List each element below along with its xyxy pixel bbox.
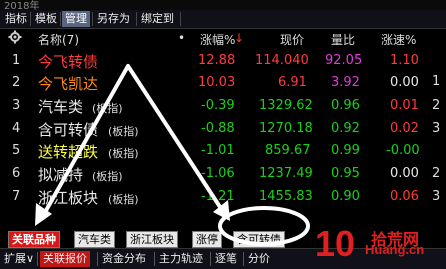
row-name: 今飞转债 (38, 53, 99, 71)
row-name: 拟减持 (38, 166, 84, 184)
row-ratio: 0.90 (331, 189, 360, 204)
table-row[interactable]: 7 浙江板块 (板指) -1.21 1455.83 0.90 0.06 (0, 186, 446, 208)
col-speed[interactable]: 涨速% (381, 31, 416, 48)
tab-auto[interactable]: 汽车类 (74, 231, 115, 248)
watermark-logo: 10 拾荒网 Huang.cn (305, 223, 446, 264)
col-volume-ratio[interactable]: 量比 (331, 31, 355, 48)
row-name: 今飞凯达 (38, 75, 99, 93)
row-index: 7 (12, 189, 21, 204)
row-tag: (板指) (108, 147, 139, 160)
row-price: 1329.62 (259, 98, 313, 113)
row-change: -1.06 (201, 166, 235, 181)
main-track-button[interactable]: 主力轨迹 (156, 251, 206, 267)
row-tag: (板指) (92, 102, 123, 115)
logo-url: Huang.cn (365, 242, 425, 257)
row-index: 6 (12, 166, 21, 181)
toolbar-indicator-button[interactable]: 指标 (2, 11, 30, 27)
table-row[interactable]: 1 今飞转债 12.88 114.040 92.05 1.10 (0, 50, 446, 72)
toolbar-manage-button[interactable]: 管理 (62, 11, 90, 27)
row-speed: 0.00 (390, 75, 419, 90)
col-change-pct[interactable]: 涨幅% (200, 31, 235, 48)
toolbar-template-button[interactable]: 模板 (32, 11, 60, 27)
title-bar: 2018年 (0, 0, 446, 12)
table-header: 名称(7) • 涨幅% ↓ 现价 量比 涨速% (0, 29, 446, 49)
row-speed: 0.01 (390, 98, 419, 113)
row-ratio: 3.92 (331, 75, 360, 90)
row-name: 汽车类 (38, 98, 84, 116)
row-price: 1270.18 (259, 121, 313, 136)
toolbar-bind-button[interactable]: 绑定到 (138, 11, 177, 27)
row-tag: (板指) (108, 193, 139, 206)
row-change: -1.21 (201, 189, 235, 204)
row-speed: 0.00 (390, 166, 419, 181)
col-dot: • (178, 31, 186, 45)
row-speed: -0.00 (386, 143, 420, 158)
row-name: 浙江板块 (38, 189, 99, 207)
row-name: 含可转债 (38, 121, 99, 139)
table-row[interactable]: 6 拟减持 (板指) -1.06 1237.49 0.95 0.00 (0, 163, 446, 185)
toolbar-save-as-button[interactable]: 另存为 (94, 11, 133, 27)
row-price: 859.67 (265, 143, 311, 158)
row-index: 4 (12, 121, 21, 136)
related-quote-button[interactable]: 关联报价 (40, 251, 90, 267)
overflow-col-digit: 1 (432, 74, 441, 89)
row-ratio: 92.05 (325, 53, 363, 68)
table-row[interactable]: 2 今飞凯达 10.03 6.91 3.92 0.00 (0, 72, 446, 94)
row-price: 1455.83 (259, 189, 313, 204)
table-row[interactable]: 3 汽车类 (板指) -0.39 1329.62 0.96 0.01 (0, 95, 446, 117)
col-price[interactable]: 现价 (280, 31, 304, 48)
row-change: 12.88 (198, 53, 236, 68)
table-row[interactable]: 4 含可转债 (板指) -0.88 1270.18 0.92 0.02 (0, 118, 446, 140)
row-index: 3 (12, 98, 21, 113)
overflow-col-digit: 2 (432, 166, 441, 181)
gear-icon[interactable] (8, 30, 22, 47)
row-change: -0.39 (201, 98, 235, 113)
row-speed: 1.10 (390, 53, 419, 68)
row-index: 1 (12, 53, 21, 68)
row-speed: 0.06 (390, 189, 419, 204)
tab-related-products[interactable]: 关联品种 (8, 231, 60, 248)
price-split-button[interactable]: 分价 (245, 251, 273, 267)
row-change: -1.01 (201, 143, 235, 158)
table-row[interactable]: 5 送转超跌 (板指) -1.01 859.67 0.99 -0.00 (0, 140, 446, 162)
row-speed: 0.02 (390, 121, 419, 136)
overflow-col-digit: 3 (432, 121, 441, 136)
row-change: -0.88 (201, 121, 235, 136)
logo-number: 10 (315, 223, 356, 264)
fund-distribution-button[interactable]: 资金分布 (99, 251, 149, 267)
overflow-col-digit: 2 (432, 98, 441, 113)
sort-arrow-icon: ↓ (234, 31, 245, 45)
row-ratio: 0.95 (331, 166, 360, 181)
row-index: 5 (12, 143, 21, 158)
tab-limit-up[interactable]: 涨停 (192, 231, 222, 248)
tick-detail-button[interactable]: 逐笔 (212, 251, 240, 267)
toolbar: 指标 模板 管理 另存为 绑定到 (0, 10, 446, 29)
expand-button[interactable]: 扩展∨ (1, 251, 37, 267)
row-price: 6.91 (278, 75, 307, 90)
row-change: 10.03 (198, 75, 236, 90)
row-index: 2 (12, 75, 21, 90)
row-tag: (板指) (108, 125, 139, 138)
row-ratio: 0.92 (331, 121, 360, 136)
overflow-col-digit: 3 (432, 189, 441, 204)
col-name[interactable]: 名称(7) (38, 31, 79, 48)
row-price: 1237.49 (259, 166, 313, 181)
row-ratio: 0.96 (331, 98, 360, 113)
row-name: 送转超跌 (38, 143, 99, 161)
tab-zhejiang[interactable]: 浙江板块 (126, 231, 178, 248)
row-ratio: 0.99 (331, 143, 360, 158)
row-price: 114.040 (255, 53, 309, 68)
row-tag: (板指) (92, 170, 123, 183)
tab-convertible[interactable]: 含可转债 (233, 231, 285, 248)
